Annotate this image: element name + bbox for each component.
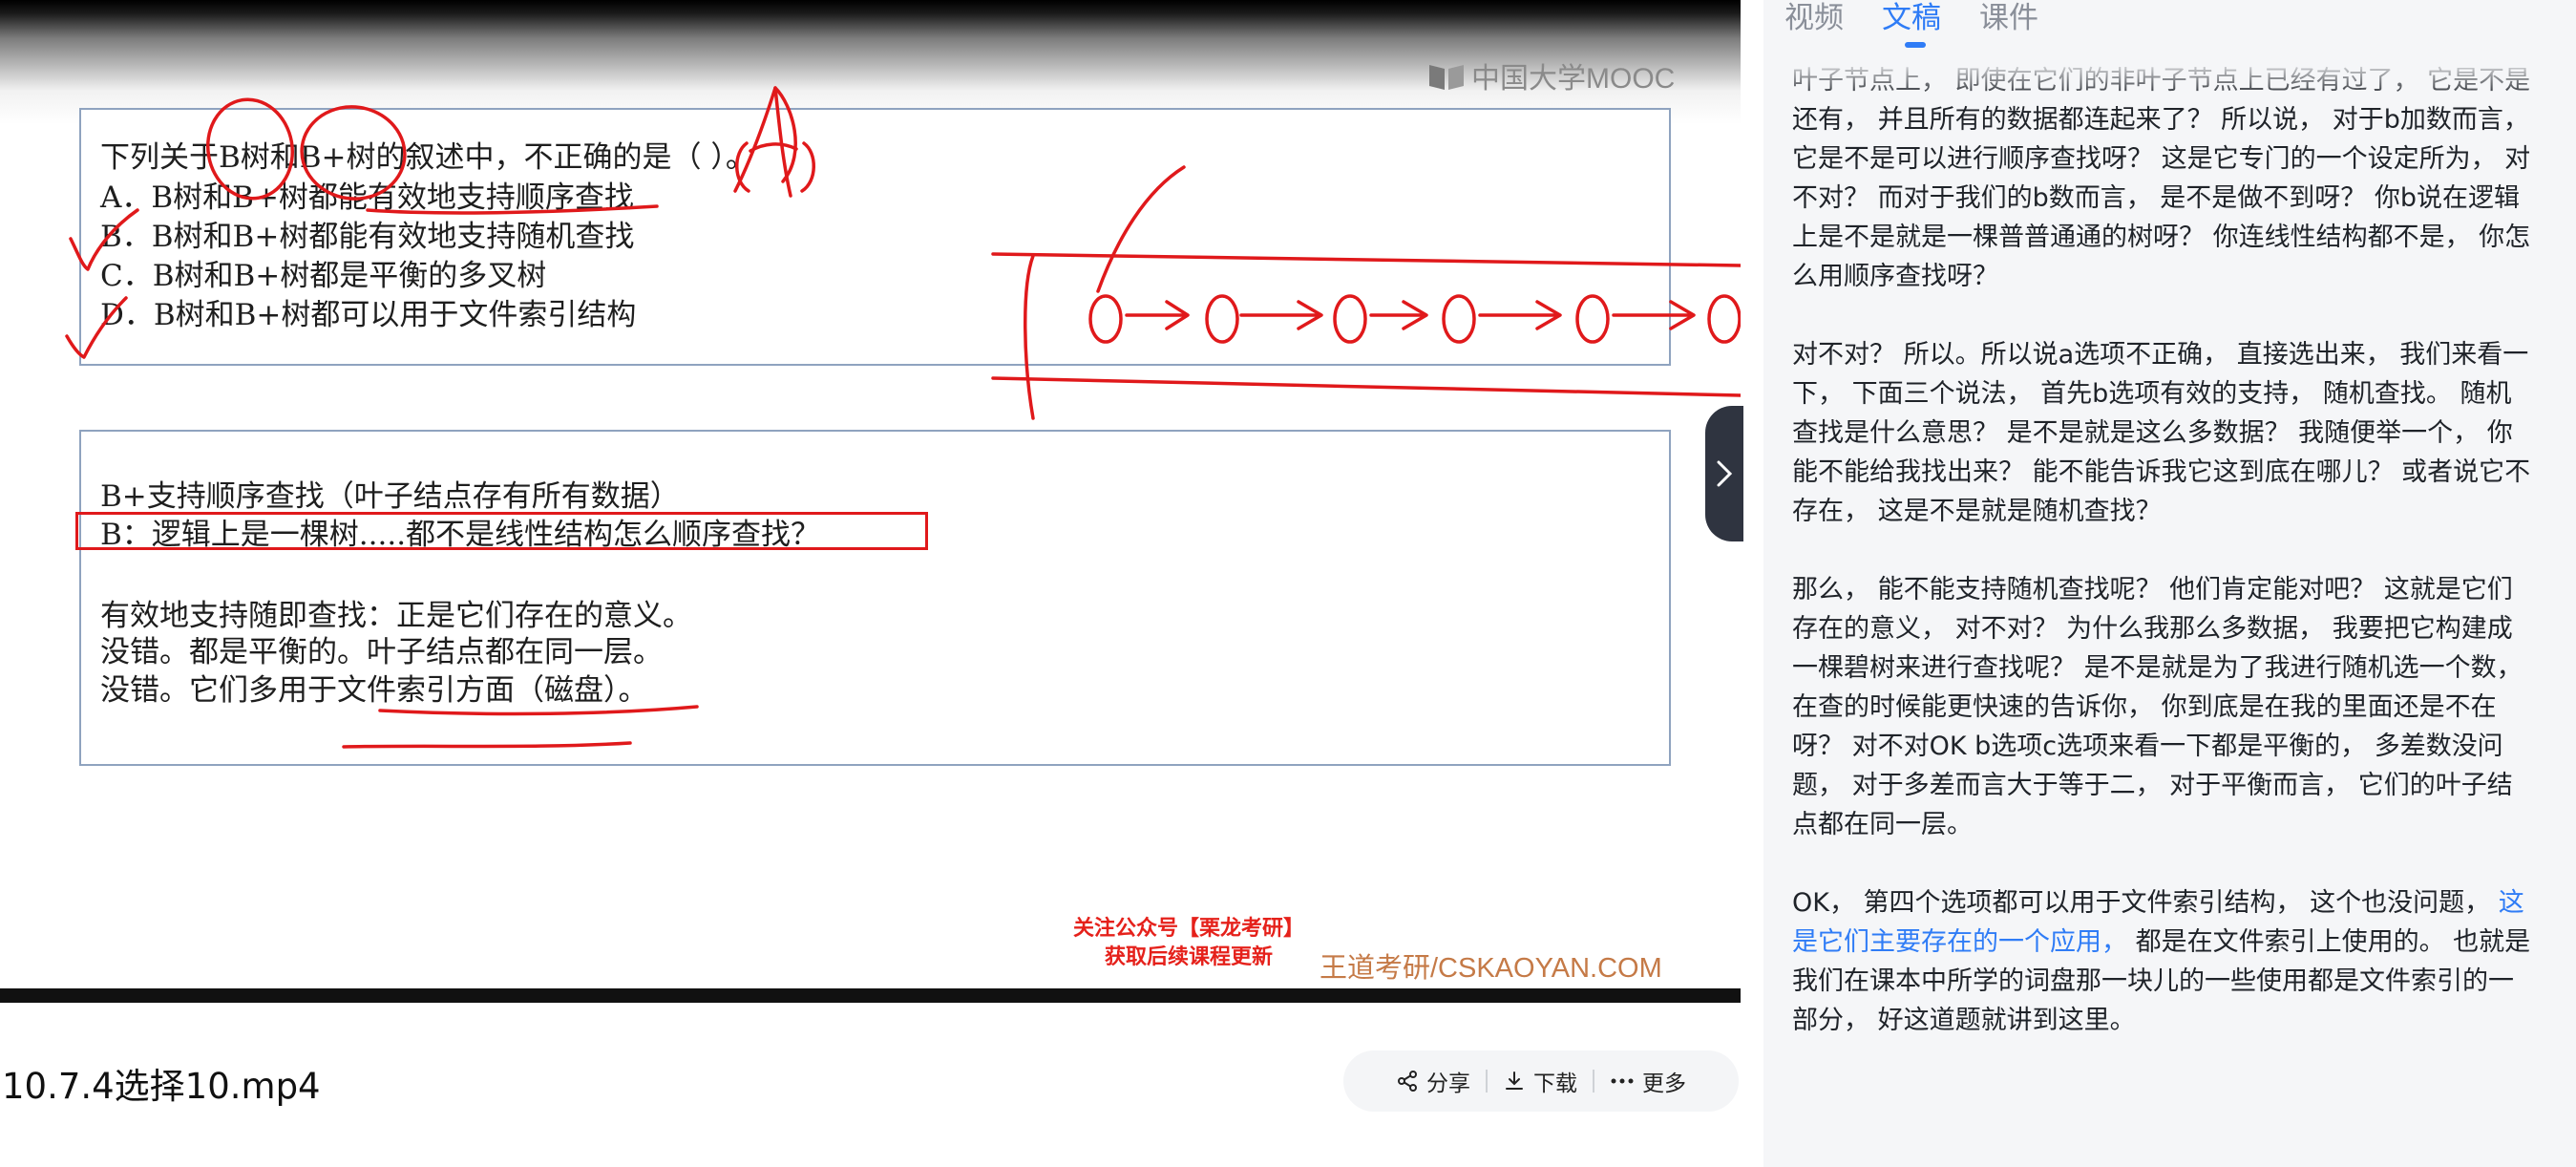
share-button[interactable]: 分享: [1381, 1065, 1486, 1097]
chevron-right-icon: [1717, 460, 1733, 487]
answer-line-1: B+支持顺序查找（叶子结点存有所有数据）: [100, 479, 680, 514]
action-bar: 分享 下载 更多: [1343, 1050, 1739, 1112]
watermark: 王道考研/CSKAOYAN.COM: [1320, 953, 1662, 984]
video-bottom-bar: [0, 988, 1741, 1003]
transcript-fade: [1763, 59, 2576, 97]
transcript-paragraph: 那么， 能不能支持随机查找呢？ 他们肯定能对吧？ 这就是它们存在的意义， 对不对…: [1792, 575, 2523, 839]
highlight-rectangle: [75, 512, 928, 550]
answer-line-3: 有效地支持随即查找：正是它们存在的意义。: [100, 599, 692, 633]
collapse-panel-button[interactable]: [1705, 406, 1743, 541]
option-a: A．B树和B+树都能有效地支持顺序查找: [100, 180, 634, 215]
tab-courseware[interactable]: 课件: [1979, 0, 2038, 48]
bracket-bottom: [991, 376, 1741, 397]
tab-video[interactable]: 视频: [1784, 0, 1844, 48]
promo-line-2: 获取后续课程更新: [1104, 945, 1273, 969]
transcript-paragraph: 对不对？ 所以。所以说a选项不正确， 直接选出来， 我们来看一下， 下面三个说法…: [1792, 340, 2531, 526]
download-icon: [1506, 1072, 1523, 1090]
side-panel: 叶子节点上， 即使在它们的非叶子节点上已经有过了， 它是不是还有， 并且所有的数…: [1763, 0, 2576, 1167]
option-c: C．B树和B+树都是平衡的多叉树: [100, 259, 547, 293]
video-player[interactable]: 中国大学MOOC 下列关于B树和B+树的叙述中，不正确的是（ ）。 A．B树和B…: [0, 0, 1741, 1003]
more-dots-icon: [1611, 1078, 1634, 1084]
tab-transcript[interactable]: 文稿: [1882, 0, 1941, 48]
download-label: 下载: [1533, 1072, 1577, 1096]
option-d: D．B树和B+树都可以用于文件索引结构: [100, 298, 637, 332]
list-node-6: [1707, 294, 1741, 344]
more-button[interactable]: 更多: [1594, 1065, 1701, 1097]
more-label: 更多: [1642, 1072, 1686, 1096]
transcript[interactable]: 叶子节点上， 即使在它们的非叶子节点上已经有过了， 它是不是还有， 并且所有的数…: [1792, 61, 2537, 1159]
video-title: 10.7.4选择10.mp4: [2, 1066, 321, 1107]
book-logo-icon: [1429, 65, 1464, 90]
promo-text: 关注公众号【栗龙考研】 获取后续课程更新: [1060, 915, 1318, 972]
answer-line-5: 没错。它们多用于文件索引方面（磁盘）。: [100, 673, 648, 708]
option-b: B．B树和B+树都能有效地支持随机查找: [100, 220, 635, 254]
transcript-text: OK， 第四个选项都可以用于文件索引结构， 这个也没问题，: [1792, 888, 2491, 918]
question-stem: 下列关于B树和B+树的叙述中，不正确的是（ ）。: [100, 140, 755, 175]
share-label: 分享: [1426, 1072, 1470, 1096]
mooc-logo: 中国大学MOOC: [1427, 53, 1675, 97]
promo-line-1: 关注公众号【栗龙考研】: [1072, 917, 1304, 941]
panel-tabs: 视频 文稿 课件: [1784, 0, 2038, 48]
share-icon: [1398, 1071, 1417, 1092]
answer-line-4: 没错。都是平衡的。叶子结点都在同一层。: [100, 635, 663, 669]
transcript-paragraph: OK， 第四个选项都可以用于文件索引结构， 这个也没问题， 这是它们主要存在的一…: [1792, 883, 2537, 1040]
download-button[interactable]: 下载: [1488, 1065, 1593, 1097]
logo-text: 中国大学MOOC: [1471, 63, 1676, 95]
